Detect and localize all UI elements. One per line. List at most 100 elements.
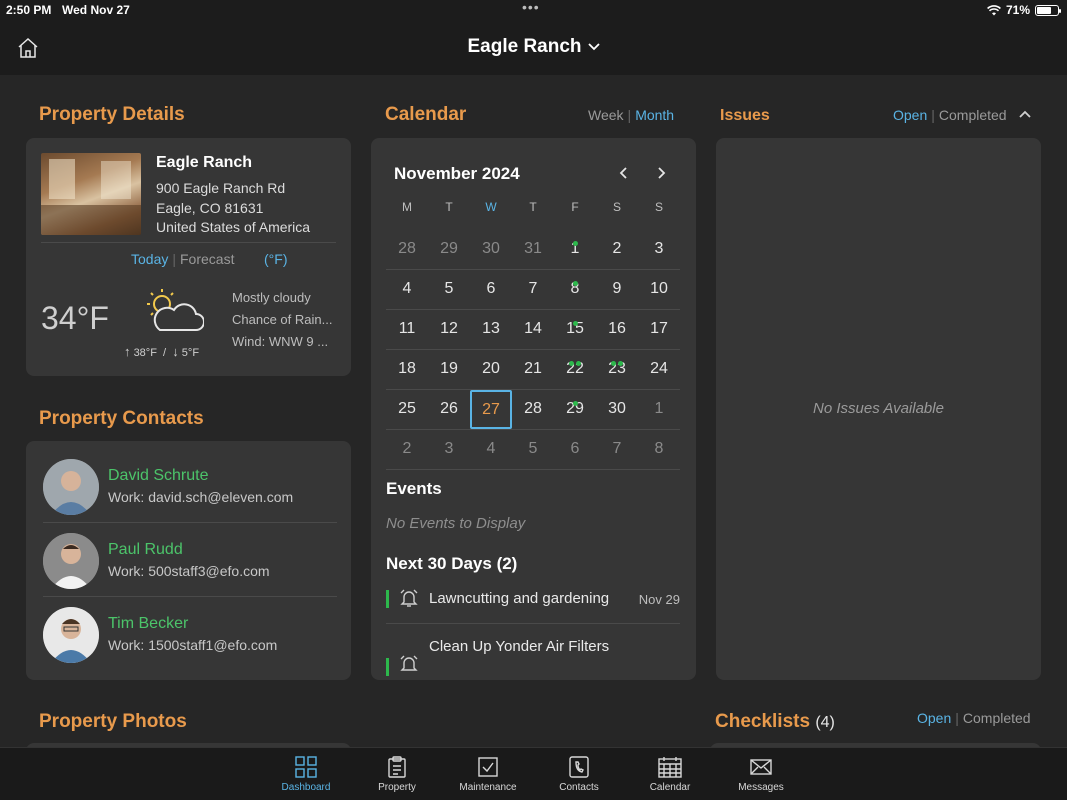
calendar-day[interactable]: 6 [470,270,512,309]
issues-open-tab[interactable]: Open [893,107,927,123]
checklists-completed-tab[interactable]: Completed [963,710,1031,726]
upcoming-event-row[interactable]: Clean Up Yonder Air Filters [386,634,680,680]
calendar-day-number: 11 [398,320,416,337]
property-details-card[interactable]: Eagle Ranch 900 Eagle Ranch Rd Eagle, CO… [26,138,351,376]
tab-calendar[interactable]: Calendar [630,748,710,800]
view-month-tab[interactable]: Month [635,107,674,123]
calendar-day[interactable]: 16 [596,310,638,349]
tab-label: Maintenance [459,782,517,793]
calendar-day[interactable]: 20 [470,350,512,389]
calendar-day[interactable]: 24 [638,350,680,389]
event-dot [572,281,578,286]
checklists-open-tab[interactable]: Open [917,710,951,726]
calendar-title: Calendar [385,104,467,125]
contact-email[interactable]: Work: david.sch@eleven.com [108,489,293,505]
chevron-up-icon[interactable] [1018,109,1032,119]
calendar-day[interactable]: 5 [428,270,470,309]
calendar-day-number: 2 [402,440,412,457]
contact-row[interactable]: David Schrute Work: david.sch@eleven.com [43,449,337,523]
calendar-day[interactable]: 23 [596,350,638,389]
calendar-day[interactable]: 18 [386,350,428,389]
chevron-right-icon[interactable] [654,166,668,180]
weekday-label: T [529,200,537,214]
calendar-day[interactable]: 9 [596,270,638,309]
multitask-dots-icon[interactable]: ••• [522,0,540,15]
calendar-day[interactable]: 8 [638,430,680,469]
calendar-day[interactable]: 4 [386,270,428,309]
calendar-day[interactable]: 30 [470,230,512,269]
calendar-day[interactable]: 28 [386,230,428,269]
calendar-day[interactable]: 11 [386,310,428,349]
battery-percent: 71% [1005,3,1030,17]
contact-name[interactable]: David Schrute [108,467,209,485]
calendar-day[interactable]: 30 [596,390,638,429]
calendar-day[interactable]: 2 [386,430,428,469]
calendar-day[interactable]: 1 [638,390,680,429]
contact-row[interactable]: Paul Rudd Work: 500staff3@efo.com [43,523,337,597]
event-color-bar [386,590,389,608]
tab-label: Calendar [649,782,691,793]
calendar-day[interactable]: 7 [512,270,554,309]
weather-conditions: Mostly cloudy Chance of Rain... Wind: WN… [232,290,342,356]
weekday-label: S [612,200,621,214]
calendar-day[interactable]: 13 [470,310,512,349]
contact-name[interactable]: Paul Rudd [108,541,183,559]
calendar-day[interactable]: 17 [638,310,680,349]
calendar-day-number: 4 [486,440,496,457]
property-image [41,153,141,235]
status-date: Wed Nov 27 [62,3,130,17]
calendar-day-number: 6 [486,280,496,297]
tab-maintenance[interactable]: Maintenance [448,748,528,800]
calendar-day-today[interactable]: 27 [470,390,512,429]
calendar-day[interactable]: 28 [512,390,554,429]
chevron-left-icon[interactable] [617,166,631,180]
issues-completed-tab[interactable]: Completed [939,107,1007,123]
calendar-day-number: 19 [440,360,458,377]
calendar-day[interactable]: 26 [428,390,470,429]
temperature-unit-toggle[interactable]: (°F) [264,251,287,267]
contact-email[interactable]: Work: 500staff3@efo.com [108,563,270,579]
events-title: Events [386,479,442,498]
calendar-day-number: 17 [650,320,668,337]
calendar-day[interactable]: 5 [512,430,554,469]
tab-dashboard[interactable]: Dashboard [266,748,346,800]
calendar-day[interactable]: 7 [596,430,638,469]
calendar-day[interactable]: 6 [554,430,596,469]
calendar-day[interactable]: 21 [512,350,554,389]
calendar-day-number: 12 [440,320,458,337]
calendar-day[interactable]: 29 [554,390,596,429]
contact-name[interactable]: Tim Becker [108,615,188,633]
calendar-day[interactable]: 14 [512,310,554,349]
view-week-tab[interactable]: Week [588,107,624,123]
calendar-day[interactable]: 25 [386,390,428,429]
calendar-day[interactable]: 29 [428,230,470,269]
calendar-day[interactable]: 19 [428,350,470,389]
tab-messages[interactable]: Messages [721,748,801,800]
calendar-day[interactable]: 31 [512,230,554,269]
calendar-day[interactable]: 8 [554,270,596,309]
calendar-day[interactable]: 12 [428,310,470,349]
property-selector[interactable]: Eagle Ranch [0,36,1067,58]
weather-today-tab[interactable]: Today [131,251,168,267]
calendar-day-number: 16 [608,320,626,337]
calendar-day[interactable]: 22 [554,350,596,389]
contact-row[interactable]: Tim Becker Work: 1500staff1@efo.com [43,597,337,671]
calendar-day[interactable]: 15 [554,310,596,349]
tab-property[interactable]: Property [357,748,437,800]
calendar-day[interactable]: 10 [638,270,680,309]
property-contacts-title: Property Contacts [39,408,204,429]
calendar-icon [658,757,682,778]
contacts-card: David Schrute Work: david.sch@eleven.com… [26,441,351,680]
calendar-day[interactable]: 2 [596,230,638,269]
checklists-filter-toggle: Open | Completed [917,710,1031,726]
chevron-down-icon [587,43,600,51]
tab-contacts[interactable]: Contacts [539,748,619,800]
calendar-day[interactable]: 4 [470,430,512,469]
calendar-day[interactable]: 3 [428,430,470,469]
upcoming-event-row[interactable]: Lawncutting and gardening Nov 29 [386,584,680,624]
calendar-day[interactable]: 1 [554,230,596,269]
weather-forecast-tab[interactable]: Forecast [180,251,234,267]
contact-email[interactable]: Work: 1500staff1@efo.com [108,637,277,653]
calendar-day[interactable]: 3 [638,230,680,269]
status-bar: 2:50 PM Wed Nov 27 ••• 71% [0,0,1067,22]
